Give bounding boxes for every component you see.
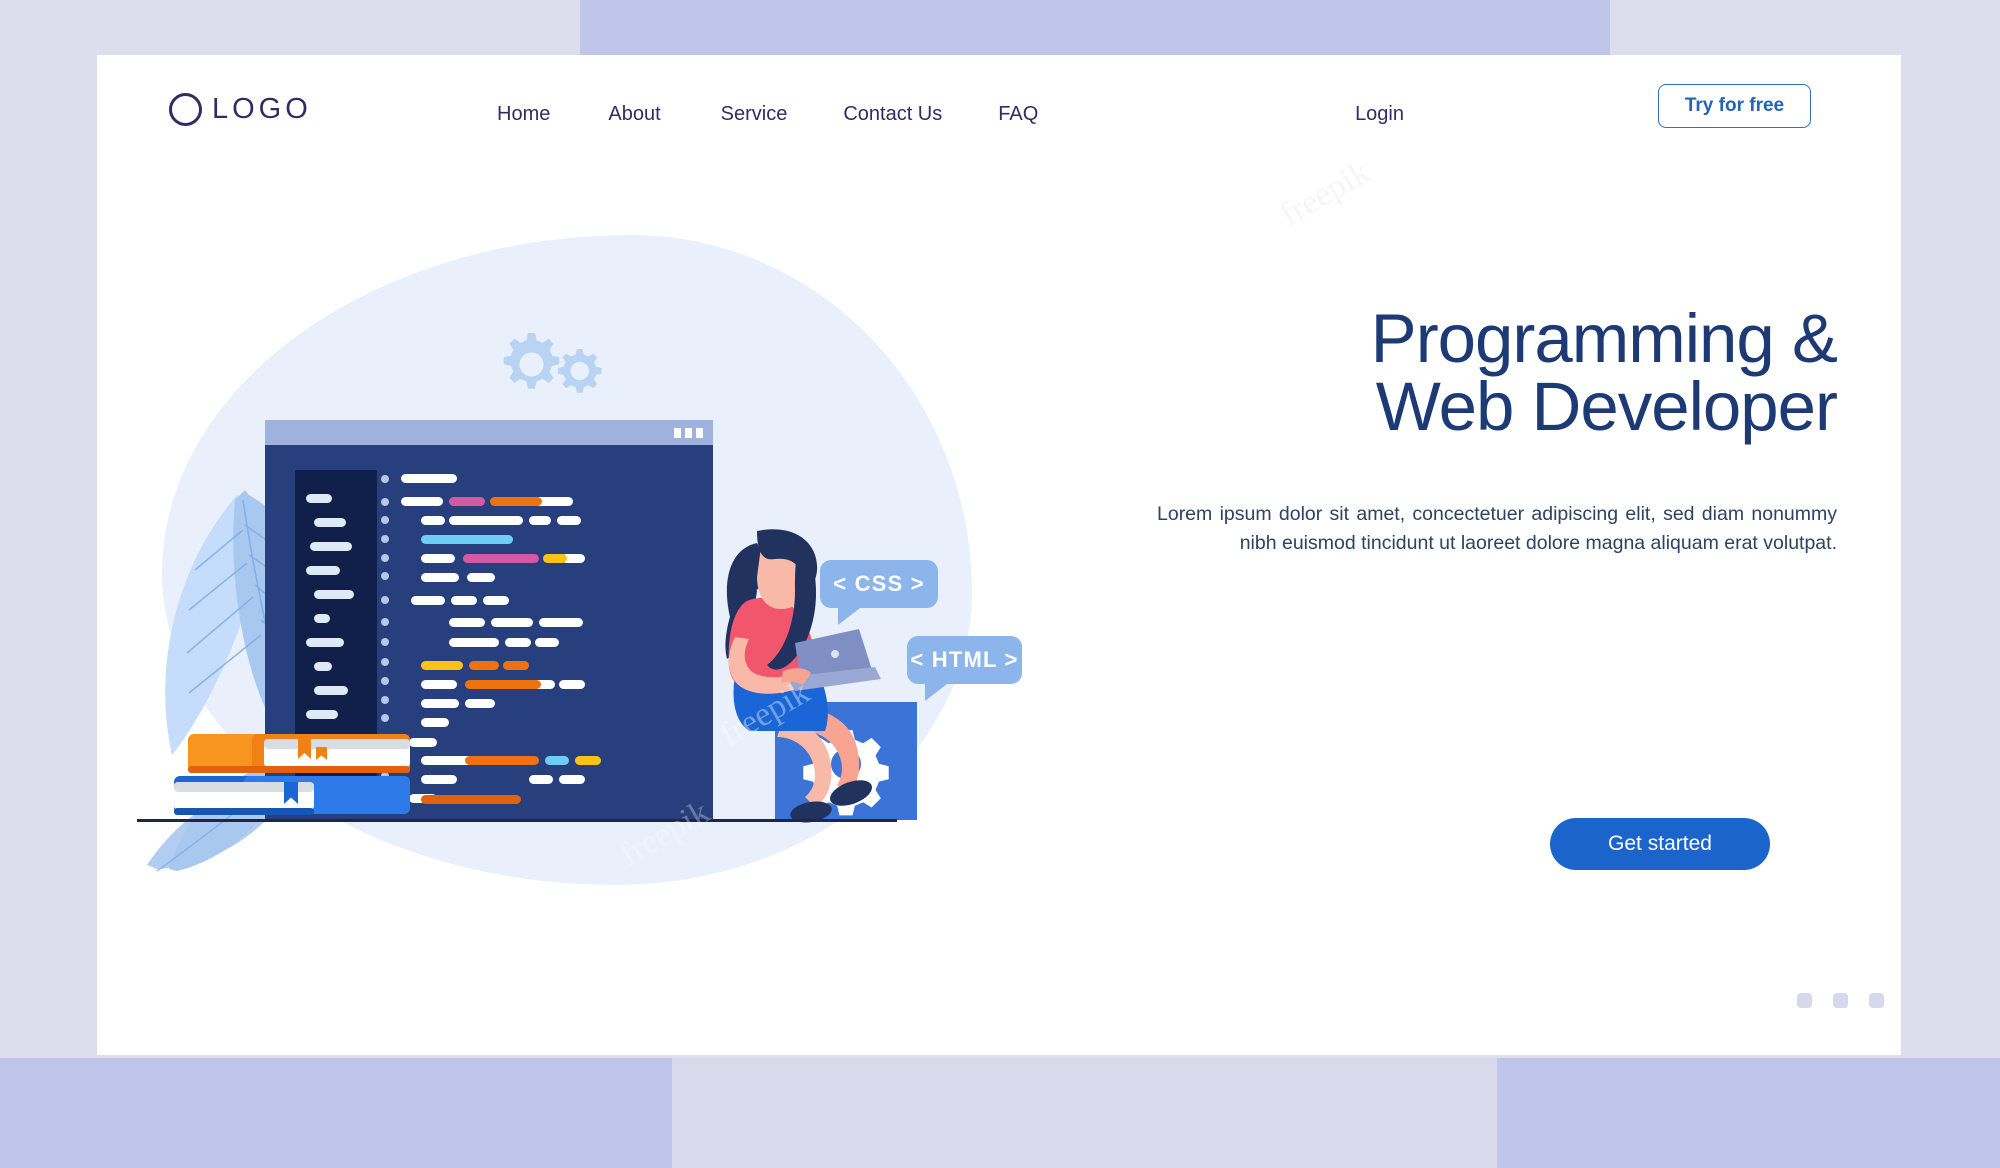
woman-with-laptop-illustration [725, 529, 881, 823]
login-link[interactable]: Login [1355, 103, 1404, 126]
ground-line [137, 819, 897, 822]
window-control-dot[interactable] [674, 428, 681, 438]
hero-description: Lorem ipsum dolor sit amet, concectetuer… [1157, 502, 1837, 555]
laptop-logo [831, 650, 839, 658]
window-control-dot[interactable] [685, 428, 692, 438]
get-started-button[interactable]: Get started [1550, 818, 1770, 870]
blue-book [174, 776, 410, 815]
nav-item-faq[interactable]: FAQ [998, 103, 1038, 126]
landing-page-card: LOGO Home About Service Contact Us FAQ L… [97, 55, 1901, 1055]
nav-item-about[interactable]: About [608, 103, 660, 126]
background-band-bottom-inner [672, 1058, 1497, 1168]
carousel-dot[interactable] [1833, 993, 1848, 1008]
carousel-indicator[interactable] [1797, 993, 1884, 1008]
window-control-dot[interactable] [696, 428, 703, 438]
site-header: LOGO Home About Service Contact Us FAQ L… [97, 55, 1901, 175]
carousel-dot[interactable] [1869, 993, 1884, 1008]
gears-decoration-icon [503, 333, 602, 393]
hero-illustration: < CSS > < HTML > [97, 235, 1177, 1025]
logo[interactable]: LOGO [169, 93, 312, 126]
nav-item-home[interactable]: Home [497, 103, 550, 126]
code-window-titlebar [265, 420, 713, 445]
orange-book [188, 734, 410, 773]
carousel-dot[interactable] [1797, 993, 1812, 1008]
nav-item-service[interactable]: Service [721, 103, 788, 126]
code-lines [381, 474, 601, 804]
hero-copy: Programming & Web Developer Lorem ipsum … [1157, 300, 1838, 559]
page-title: Programming & Web Developer [1370, 300, 1838, 446]
try-for-free-button[interactable]: Try for free [1658, 84, 1811, 128]
main-navigation: Home About Service Contact Us FAQ [497, 103, 1038, 126]
window-controls[interactable] [674, 428, 703, 438]
circle-outline-icon [169, 93, 202, 126]
logo-text: LOGO [212, 93, 312, 125]
nav-item-contact-us[interactable]: Contact Us [843, 103, 942, 126]
books-stack [174, 734, 410, 815]
